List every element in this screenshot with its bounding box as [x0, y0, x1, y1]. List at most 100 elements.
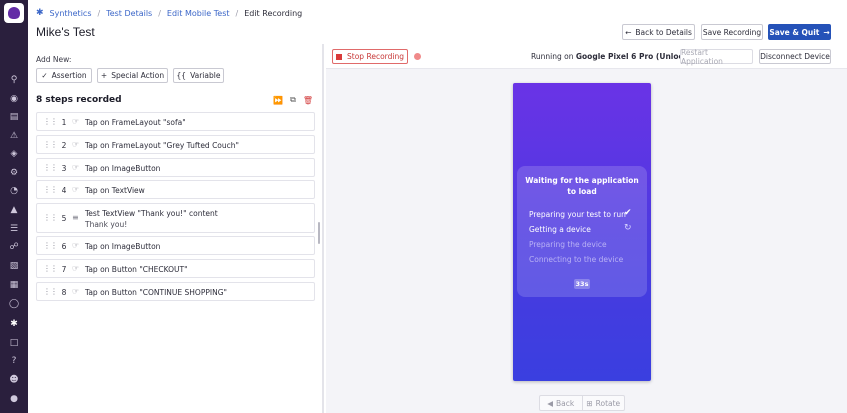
tap-icon: ☞ [72, 264, 80, 273]
back-button[interactable]: ◀ Back [540, 396, 582, 410]
assertion-icon: ≡ [72, 213, 79, 222]
step-row[interactable]: ⋮⋮ 5 ≡ Test TextView "Thank you!" conten… [36, 203, 315, 233]
apm-icon[interactable]: ⚙ [8, 167, 20, 179]
drag-handle-icon[interactable]: ⋮⋮ [43, 185, 58, 194]
step-number: 5 [61, 214, 67, 223]
step-number: 4 [61, 186, 67, 195]
duplicate-icon[interactable]: ⧉ [288, 95, 298, 105]
breadcrumb-separator: / [158, 8, 161, 18]
loading-step: Connecting to the device [529, 255, 624, 264]
user-icon[interactable]: ● [8, 393, 20, 405]
notebooks-icon[interactable]: ▧ [8, 260, 20, 272]
loading-step: Preparing the device [529, 240, 607, 249]
rotate-icon: ⊞ [586, 398, 593, 408]
save-and-quit-label: Save & Quit [769, 27, 820, 37]
step-text: Tap on Button "CONTINUE SHOPPING" [85, 288, 227, 297]
trash-icon[interactable]: 🗑 [303, 95, 313, 105]
plus-icon: + [100, 71, 108, 80]
tap-icon: ☞ [72, 117, 80, 126]
help-icon[interactable]: ? [8, 355, 20, 367]
running-on-text: Running on Google Pixel 6 Pro (Unlocked) [531, 52, 702, 61]
synthetics-icon[interactable]: ✱ [8, 318, 20, 330]
step-text: Tap on FrameLayout "sofa" [85, 118, 186, 127]
dashboards-icon[interactable]: ▤ [8, 111, 20, 123]
spinner-icon: ↻ [624, 223, 632, 233]
infrastructure-icon[interactable]: ◈ [8, 148, 20, 160]
integrations-icon[interactable]: ▲ [8, 204, 20, 216]
loading-title: Waiting for the application to load [525, 176, 639, 196]
app-nav-sidebar: ⚲ ◉ ▤ ⚠ ◈ ⚙ ◔ ▲ ☰ ☍ ▧ ▦ ◯ ✱ □ ? ☻ ● [0, 0, 28, 413]
check-icon: ✔ [624, 208, 632, 218]
back-to-details-button[interactable]: ← Back to Details [622, 24, 695, 40]
tap-icon: ☞ [72, 241, 80, 250]
step-row[interactable]: ⋮⋮ 1 ☞ Tap on FrameLayout "sofa" [36, 112, 315, 131]
monitors-icon[interactable]: ⚠ [8, 130, 20, 142]
drag-handle-icon[interactable]: ⋮⋮ [43, 163, 58, 172]
logs-icon[interactable]: ☰ [8, 223, 20, 235]
step-row[interactable]: ⋮⋮ 2 ☞ Tap on FrameLayout "Grey Tufted C… [36, 135, 315, 154]
drag-handle-icon[interactable]: ⋮⋮ [43, 117, 58, 126]
team-icon[interactable]: ☻ [8, 374, 20, 386]
step-row[interactable]: ⋮⋮ 4 ☞ Tap on TextView [36, 180, 315, 199]
drag-handle-icon[interactable]: ⋮⋮ [43, 287, 58, 296]
drag-handle-icon[interactable]: ⋮⋮ [43, 264, 58, 273]
security-icon[interactable]: ◯ [8, 298, 20, 310]
stop-recording-button[interactable]: Stop Recording [332, 49, 408, 64]
back-to-details-label: Back to Details [635, 27, 692, 37]
step-subtext: Thank you! [85, 220, 128, 229]
step-text: Tap on ImageButton [85, 242, 161, 251]
datadog-logo-icon[interactable] [4, 3, 24, 23]
search-icon[interactable]: ⚲ [8, 74, 20, 86]
save-recording-button[interactable]: Save Recording [701, 24, 763, 40]
drag-handle-icon[interactable]: ⋮⋮ [43, 140, 58, 149]
tap-icon: ☞ [72, 140, 80, 149]
add-special-action-button[interactable]: + Special Action [97, 68, 168, 83]
rotate-button[interactable]: ⊞ Rotate [581, 396, 625, 410]
step-number: 8 [61, 288, 67, 297]
add-special-action-label: Special Action [111, 71, 165, 80]
triangle-left-icon: ◀ [547, 398, 554, 408]
add-new-label: Add New: [36, 55, 72, 64]
stop-icon [336, 53, 343, 60]
breadcrumb-edit-recording: Edit Recording [244, 8, 303, 18]
panel-divider [322, 44, 324, 413]
step-row[interactable]: ⋮⋮ 7 ☞ Tap on Button "CHECKOUT" [36, 259, 315, 278]
back-label: Back [556, 398, 575, 408]
step-text: Tap on TextView [85, 186, 145, 195]
step-row[interactable]: ⋮⋮ 6 ☞ Tap on ImageButton [36, 236, 315, 255]
resize-handle[interactable] [318, 222, 320, 244]
metrics-icon[interactable]: ◔ [8, 185, 20, 197]
loading-step: Getting a device [529, 225, 591, 234]
add-assertion-label: Assertion [51, 71, 87, 80]
add-variable-label: Variable [190, 71, 221, 80]
chat-icon[interactable]: □ [8, 337, 20, 349]
device-controls: ◀ Back ⊞ Rotate [539, 395, 625, 411]
check-icon: ✓ [41, 71, 48, 80]
step-text: Tap on FrameLayout "Grey Tufted Couch" [85, 141, 239, 150]
toolbar-divider [326, 68, 847, 69]
tap-icon: ☞ [72, 163, 80, 172]
drag-handle-icon[interactable]: ⋮⋮ [43, 241, 58, 250]
breadcrumb: ✱ Synthetics / Test Details / Edit Mobil… [36, 7, 302, 19]
breadcrumb-synthetics[interactable]: Synthetics [50, 9, 92, 18]
step-number: 1 [61, 118, 67, 127]
ci-icon[interactable]: ▦ [8, 279, 20, 291]
step-row[interactable]: ⋮⋮ 8 ☞ Tap on Button "CONTINUE SHOPPING" [36, 282, 315, 301]
drag-handle-icon[interactable]: ⋮⋮ [43, 213, 58, 222]
add-assertion-button[interactable]: ✓ Assertion [36, 68, 92, 83]
step-number: 2 [61, 141, 67, 150]
save-and-quit-button[interactable]: Save & Quit → [768, 24, 831, 40]
binoculars-icon[interactable]: ◉ [8, 93, 20, 105]
restart-application-button[interactable]: Restart Application [680, 48, 753, 66]
fast-forward-icon[interactable]: ⏩ [273, 95, 283, 105]
network-icon[interactable]: ☍ [8, 241, 20, 253]
step-row[interactable]: ⋮⋮ 3 ☞ Tap on ImageButton [36, 158, 315, 177]
breadcrumb-edit-mobile-test[interactable]: Edit Mobile Test [167, 9, 230, 18]
tap-icon: ☞ [72, 185, 80, 194]
breadcrumb-separator: / [97, 8, 101, 18]
add-variable-button[interactable]: {{ Variable [173, 68, 224, 83]
step-number: 6 [61, 242, 67, 251]
breadcrumb-test-details[interactable]: Test Details [106, 9, 152, 18]
step-text: Tap on ImageButton [85, 164, 161, 173]
disconnect-device-button[interactable]: Disconnect Device [759, 49, 831, 64]
